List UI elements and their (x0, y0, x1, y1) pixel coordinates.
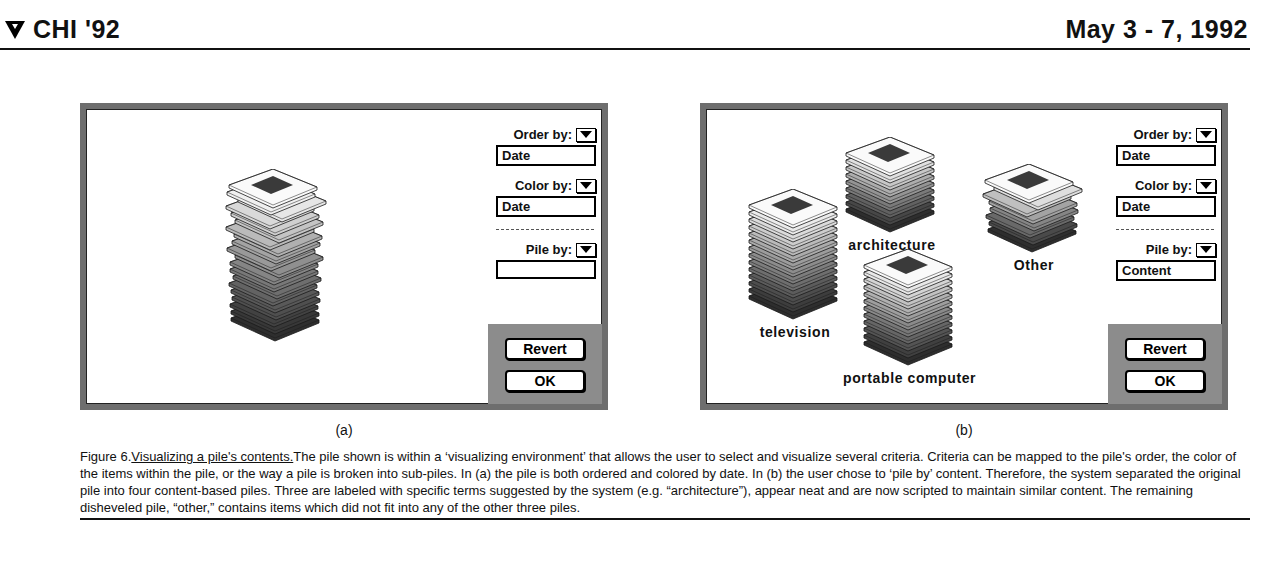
pile-label: portable computer (843, 370, 976, 386)
button-area: Revert OK (488, 324, 602, 404)
dialog-button[interactable]: Revert (505, 338, 585, 360)
figure-title: Visualizing a pile's contents. (131, 449, 293, 464)
pile-stack-icon[interactable] (221, 169, 333, 344)
controls-column: Order by: Date Color by: Date Pile by: Revert… (488, 109, 602, 404)
value-field[interactable]: Date (1116, 145, 1216, 166)
criteria-control: Pile by: (488, 242, 602, 279)
criteria-control: Pile by: Content (1108, 242, 1222, 281)
button-area: Revert OK (1108, 324, 1222, 404)
dropdown-button[interactable] (1196, 243, 1216, 257)
panel-label: (b) (955, 422, 972, 438)
pile-stack-icon[interactable] (978, 164, 1090, 255)
control-label: Color by: (515, 178, 572, 193)
conference-dates: May 3 - 7, 1992 (1065, 15, 1248, 44)
pile[interactable]: Other (978, 164, 1090, 273)
pile[interactable]: portable computer (843, 249, 976, 386)
figure-row: Order by: Date Color by: Date Pile by: Revert… (0, 103, 1283, 438)
controls-column: Order by: Date Color by: Date Pile by: Conten… (1108, 109, 1222, 404)
control-label: Order by: (1133, 127, 1192, 142)
dropdown-button[interactable] (1196, 179, 1216, 193)
dialog-button[interactable]: Revert (1125, 338, 1205, 360)
pile[interactable]: architecture (836, 137, 948, 253)
pile-canvas (86, 109, 488, 404)
value-field[interactable]: Date (1116, 196, 1216, 217)
value-field[interactable]: Content (1116, 260, 1216, 281)
down-arrow-icon (1200, 246, 1212, 254)
dropdown-button[interactable] (576, 179, 596, 193)
pile-stack-icon[interactable] (739, 189, 851, 322)
control-label: Pile by: (526, 242, 572, 257)
dropdown-button[interactable] (576, 128, 596, 142)
figure-number: Figure 6. (80, 449, 131, 464)
figure-panel: television architecture portable computer O… (700, 103, 1228, 438)
pile[interactable]: television (739, 189, 851, 340)
pile-label: Other (1014, 257, 1054, 273)
pile-canvas: television architecture portable computer O… (706, 109, 1108, 404)
control-label: Pile by: (1146, 242, 1192, 257)
dialog-button[interactable]: OK (505, 370, 585, 392)
dropdown-button[interactable] (1196, 128, 1216, 142)
figure-panel: Order by: Date Color by: Date Pile by: Revert… (80, 103, 608, 438)
pile[interactable] (221, 169, 333, 344)
control-label: Order by: (513, 127, 572, 142)
pile-label: television (760, 324, 831, 340)
pile-label: architecture (848, 237, 935, 253)
dropdown-button[interactable] (576, 243, 596, 257)
separator (496, 229, 594, 230)
value-field[interactable] (496, 260, 596, 279)
down-arrow-icon (1200, 131, 1212, 139)
panel-label: (a) (335, 422, 352, 438)
conference-name: CHI '92 (33, 15, 120, 44)
running-head: CHI '92 May 3 - 7, 1992 (0, 0, 1250, 50)
pile-stack-icon[interactable] (854, 249, 966, 368)
criteria-control: Order by: Date (488, 127, 602, 166)
separator (1116, 229, 1214, 230)
control-label: Color by: (1135, 178, 1192, 193)
value-field[interactable]: Date (496, 196, 596, 217)
figure-caption: Figure 6.Visualizing a pile's contents.T… (80, 448, 1250, 520)
pile-stack-icon[interactable] (836, 137, 948, 235)
criteria-control: Order by: Date (1108, 127, 1222, 166)
visualizing-window: Order by: Date Color by: Date Pile by: Revert… (80, 103, 608, 410)
paper-page: CHI '92May 3 - 7, 1992Order by:DateColor… (0, 0, 1283, 571)
dialog-button[interactable]: OK (1125, 370, 1205, 392)
down-arrow-icon (1200, 182, 1212, 190)
triangle-logo-icon (5, 21, 25, 39)
visualizing-window: television architecture portable computer O… (700, 103, 1228, 410)
criteria-control: Color by: Date (488, 178, 602, 217)
conference: CHI '92 (5, 15, 120, 44)
down-arrow-icon (580, 182, 592, 190)
down-arrow-icon (580, 246, 592, 254)
value-field[interactable]: Date (496, 145, 596, 166)
down-arrow-icon (580, 131, 592, 139)
criteria-control: Color by: Date (1108, 178, 1222, 217)
